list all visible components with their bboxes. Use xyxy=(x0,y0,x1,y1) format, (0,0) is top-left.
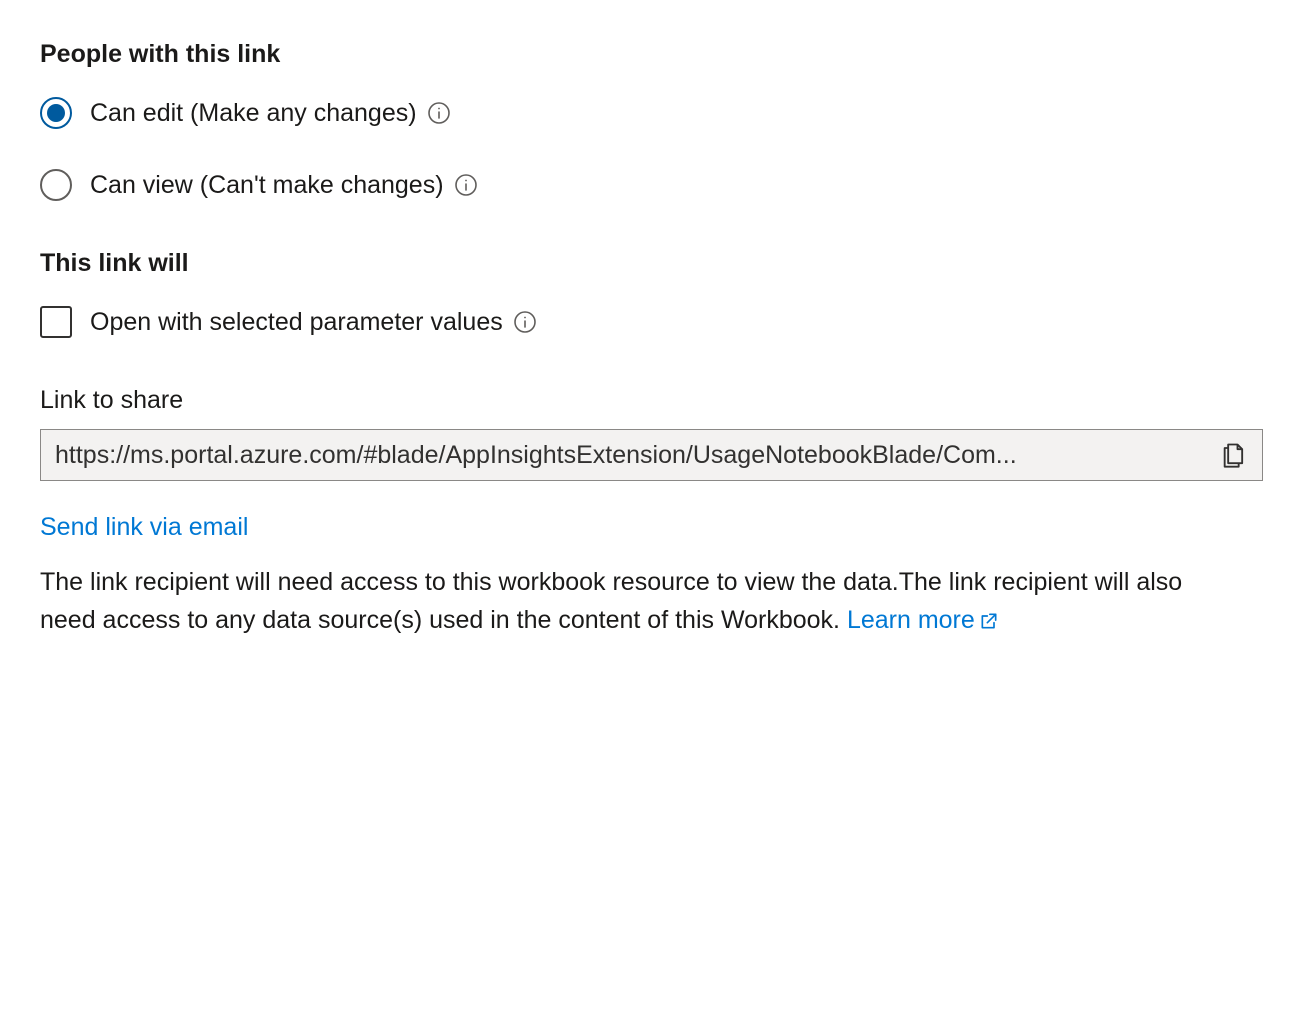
copy-icon[interactable] xyxy=(1220,441,1248,469)
radio-label: Can view (Can't make changes) xyxy=(90,171,444,200)
permissions-radio-group: Can edit (Make any changes) Can view (Ca… xyxy=(40,97,1263,201)
share-url-input[interactable] xyxy=(55,441,1206,470)
description-text: The link recipient will need access to t… xyxy=(40,568,1182,634)
radio-indicator xyxy=(40,97,72,129)
permissions-heading: People with this link xyxy=(40,40,1263,69)
link-options-heading: This link will xyxy=(40,249,1263,278)
info-icon[interactable] xyxy=(427,101,451,125)
info-icon[interactable] xyxy=(454,173,478,197)
radio-label: Can edit (Make any changes) xyxy=(90,99,417,128)
checkbox-indicator xyxy=(40,306,72,338)
checkbox-open-with-params[interactable]: Open with selected parameter values xyxy=(40,306,1263,338)
access-description: The link recipient will need access to t… xyxy=(40,564,1200,639)
link-to-share-label: Link to share xyxy=(40,386,1263,415)
external-link-icon xyxy=(979,611,999,631)
radio-can-edit[interactable]: Can edit (Make any changes) xyxy=(40,97,1263,129)
checkbox-label: Open with selected parameter values xyxy=(90,308,503,337)
link-input-container xyxy=(40,429,1263,481)
radio-can-view[interactable]: Can view (Can't make changes) xyxy=(40,169,1263,201)
radio-indicator xyxy=(40,169,72,201)
info-icon[interactable] xyxy=(513,310,537,334)
send-link-via-email[interactable]: Send link via email xyxy=(40,513,248,542)
learn-more-link[interactable]: Learn more xyxy=(847,606,999,634)
